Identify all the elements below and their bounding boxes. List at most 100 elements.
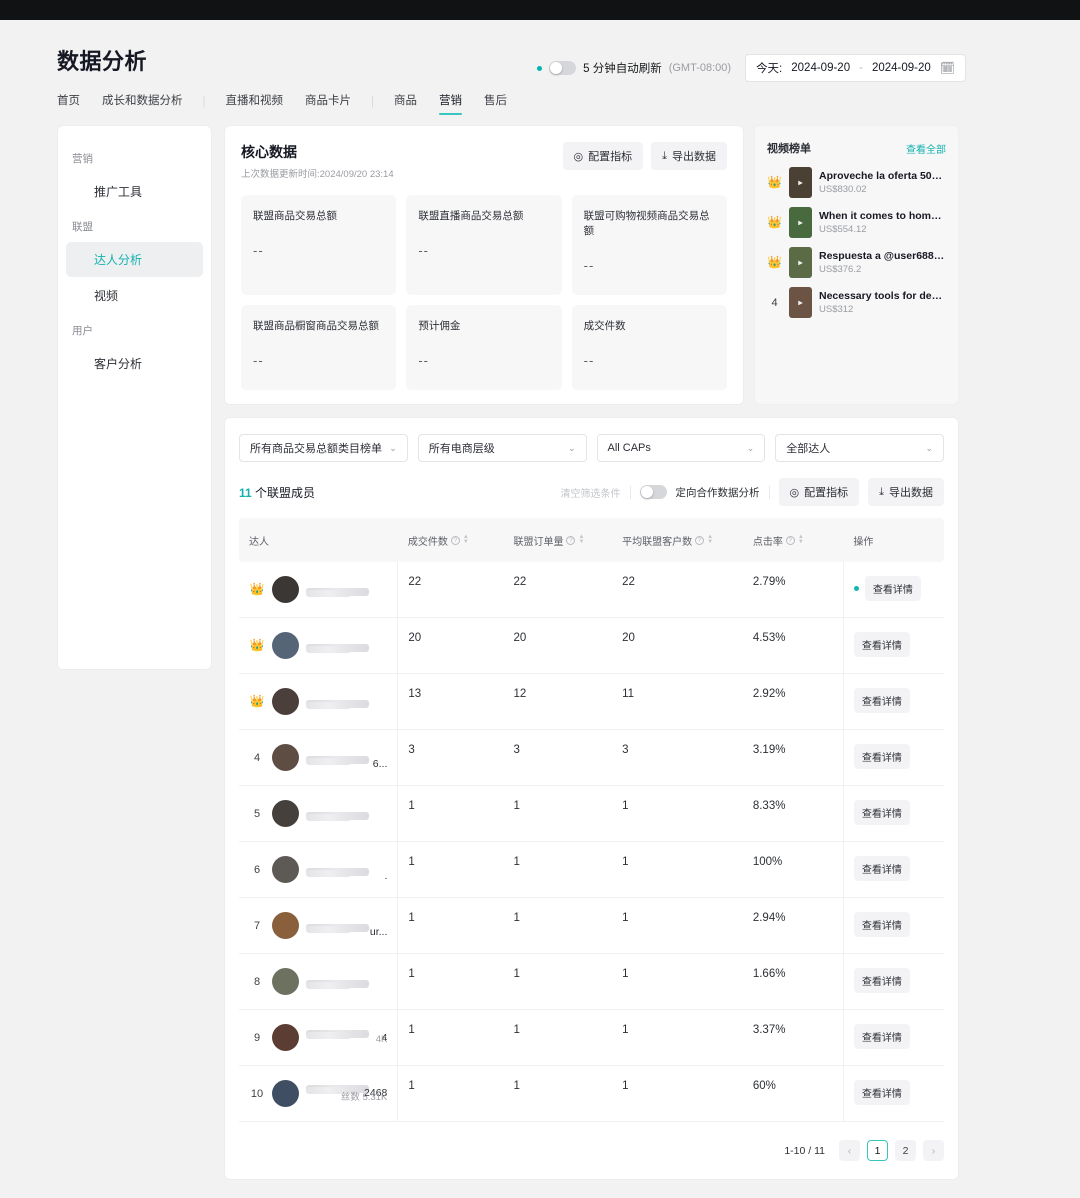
view-detail-button[interactable]: 查看详情 xyxy=(853,1024,910,1049)
table-row: 5 1 1 1 8.33% 查看详情 xyxy=(239,785,944,842)
avatar xyxy=(272,1024,299,1051)
crown-icon: 👑 xyxy=(767,255,782,269)
help-icon[interactable]: ? xyxy=(785,535,795,545)
clear-filters-button[interactable]: 清空筛选条件 xyxy=(561,485,621,500)
date-range-picker[interactable]: 今天: 2024-09-20 - 2024-09-20 🗓 xyxy=(745,54,966,82)
filter-select-All CAPs[interactable]: All CAPs ⌄ xyxy=(596,434,766,462)
pagination-prev-button[interactable]: ‹ xyxy=(839,1140,860,1161)
tab-直播和视频[interactable]: 直播和视频 xyxy=(215,88,295,115)
view-detail-button[interactable]: 查看详情 xyxy=(864,576,921,601)
cell-affiliate-orders: 1 xyxy=(503,897,613,954)
sort-icon[interactable]: ▲ ▼ xyxy=(798,534,804,545)
video-list-item[interactable]: 👑 When it comes to home r... US$554.12 xyxy=(767,207,946,238)
column-header-操作[interactable]: 操作 xyxy=(843,518,944,562)
avatar xyxy=(272,576,299,603)
core-row: 核心数据 上次数据更新时间:2024/09/20 23:14 ◎ 配置指标 ⤓ … xyxy=(224,125,959,405)
video-revenue: US$312 xyxy=(819,304,854,315)
core-config-metrics-button[interactable]: ◎ 配置指标 xyxy=(562,142,644,170)
auto-refresh-toggle[interactable] xyxy=(549,61,577,75)
video-list-item[interactable]: 4 Necessary tools for decor... US$312 xyxy=(767,287,946,318)
cell-ctr: 2.94% xyxy=(742,897,844,954)
view-detail-button[interactable]: 查看详情 xyxy=(853,856,910,881)
body-row: 营销 推广工具 联盟 达人分析 视频 用户 客户分析 核心数据 上次数据更新时间:2024/… xyxy=(57,125,1080,1198)
view-detail-button[interactable]: 查看详情 xyxy=(853,968,910,993)
calendar-icon[interactable]: 🗓 xyxy=(940,61,955,75)
creator-meta: 6... xyxy=(306,755,387,770)
column-header-平均联盟客户数[interactable]: 平均联盟客户数? ▲ ▼ xyxy=(612,518,743,562)
sort-icon[interactable]: ▲ ▼ xyxy=(707,534,713,545)
video-view-all-link[interactable]: 查看全部 xyxy=(906,141,946,156)
operation-wrap: 查看详情 xyxy=(853,576,934,601)
help-icon[interactable]: ? xyxy=(450,535,460,545)
cell-orders: 13 xyxy=(397,673,504,730)
column-header-达人[interactable]: 达人 xyxy=(239,518,398,562)
column-header-联盟订单量[interactable]: 联盟订单量? ▲ ▼ xyxy=(503,518,613,562)
column-header-label: 点击率 xyxy=(752,536,783,548)
creator-cell: 👑 xyxy=(249,688,387,715)
tab-首页[interactable]: 首页 xyxy=(57,88,91,115)
sidebar-item-推广工具[interactable]: 推广工具 xyxy=(66,174,203,209)
tab-商品卡片[interactable]: 商品卡片 xyxy=(294,88,362,115)
table-export-data-button[interactable]: ⤓ 导出数据 xyxy=(868,478,944,506)
video-info: Respuesta a @user68859... US$376.2 xyxy=(819,250,946,275)
metric-label: 预计佣金 xyxy=(418,320,461,332)
table-config-metrics-button[interactable]: ◎ 配置指标 xyxy=(778,478,860,506)
view-detail-button[interactable]: 查看详情 xyxy=(853,912,910,937)
cell-orders: 1 xyxy=(397,1009,504,1066)
sort-icon[interactable]: ▲ ▼ xyxy=(578,534,584,545)
creator-cell-wrap: 10 2468 丝数 5.31K xyxy=(239,1065,398,1122)
pagination-page-1[interactable]: 1 xyxy=(867,1140,888,1161)
creator-meta xyxy=(306,979,387,989)
cell-operation: 查看详情 xyxy=(842,785,944,842)
metric-label: 联盟商品交易总额 xyxy=(253,210,337,222)
metric-value: -- xyxy=(583,353,595,368)
view-detail-button[interactable]: 查看详情 xyxy=(853,744,910,769)
online-status-icon xyxy=(853,586,859,591)
table-row: 👑 20 20 20 4.53% 查看详情 xyxy=(239,617,944,674)
column-header-成交件数[interactable]: 成交件数? ▲ ▼ xyxy=(397,518,504,562)
view-detail-button[interactable]: 查看详情 xyxy=(853,632,910,657)
creator-cell: 7 ur... xyxy=(249,912,387,939)
tab-营销[interactable]: 营销 xyxy=(428,88,473,115)
video-list-item[interactable]: 👑 Aproveche la oferta 50% ... US$830.02 xyxy=(767,167,946,198)
help-icon[interactable]: ? xyxy=(695,535,705,545)
cell-ctr: 60% xyxy=(742,1065,844,1122)
tab-商品[interactable]: 商品 xyxy=(383,88,428,115)
creator-table: 达人 成交件数? ▲ ▼ 联盟订单量? ▲ ▼ 平均联盟客户数? ▲ ▼ 点击率? ▲ ▼ 操作 👑 22 2… xyxy=(239,518,944,1122)
core-export-data-button[interactable]: ⤓ 导出数据 xyxy=(651,142,727,170)
page-header: 数据分析 5 分钟自动刷新 (GMT-08:00) 今天: 2024-09-20… xyxy=(0,20,1080,115)
pagination-next-button[interactable]: › xyxy=(923,1140,944,1161)
cell-operation: 查看详情 xyxy=(842,562,944,618)
operation-wrap: 查看详情 xyxy=(853,632,934,657)
operation-wrap: 查看详情 xyxy=(853,744,934,769)
pagination-page-2[interactable]: 2 xyxy=(895,1140,916,1161)
video-info: Aproveche la oferta 50% ... US$830.02 xyxy=(819,170,946,195)
sidebar-item-客户分析[interactable]: 客户分析 xyxy=(66,346,203,381)
metric-card: 成交件数 -- xyxy=(571,305,727,390)
cell-orders: 1 xyxy=(397,785,504,842)
view-detail-button[interactable]: 查看详情 xyxy=(853,688,910,713)
video-list-item[interactable]: 👑 Respuesta a @user68859... US$376.2 xyxy=(767,247,946,278)
filter-select-所有电商层级[interactable]: 所有电商层级 ⌄ xyxy=(417,434,587,462)
filter-bar: 所有商品交易总额类目榜单 ⌄ 所有电商层级 ⌄ All CAPs ⌄ 全部达人 ⌄ xyxy=(239,434,944,462)
sidebar-item-达人分析[interactable]: 达人分析 xyxy=(66,242,203,277)
cell-affiliate-orders: 1 xyxy=(503,953,613,1010)
targeted-analysis-toggle[interactable] xyxy=(639,485,667,499)
creator-meta xyxy=(306,699,387,709)
core-metrics-grid: 联盟商品交易总额 -- 联盟直播商品交易总额 -- 联盟可购物视频商品交易总额 -- 联盟商… xyxy=(241,195,727,390)
view-detail-button[interactable]: 查看详情 xyxy=(853,800,910,825)
sort-icon[interactable]: ▲ ▼ xyxy=(463,534,469,545)
filter-select-所有商品交易总额类目榜单[interactable]: 所有商品交易总额类目榜单 ⌄ xyxy=(239,434,408,462)
tab-售后[interactable]: 售后 xyxy=(473,88,518,115)
auto-refresh-group[interactable]: 5 分钟自动刷新 (GMT-08:00) xyxy=(537,60,731,76)
help-icon[interactable]: ? xyxy=(566,535,576,545)
view-detail-button[interactable]: 查看详情 xyxy=(853,1080,910,1105)
column-header-点击率[interactable]: 点击率? ▲ ▼ xyxy=(742,518,844,562)
cell-operation: 查看详情 xyxy=(842,673,944,730)
creator-cell-wrap: 9 4 4K xyxy=(239,1009,398,1066)
chevron-down-icon: ⌄ xyxy=(389,442,397,453)
sidebar-item-视频[interactable]: 视频 xyxy=(66,278,203,313)
filter-select-全部达人[interactable]: 全部达人 ⌄ xyxy=(775,434,944,462)
tab-成长和数据分析[interactable]: 成长和数据分析 xyxy=(91,88,194,115)
metric-value: -- xyxy=(418,243,429,258)
